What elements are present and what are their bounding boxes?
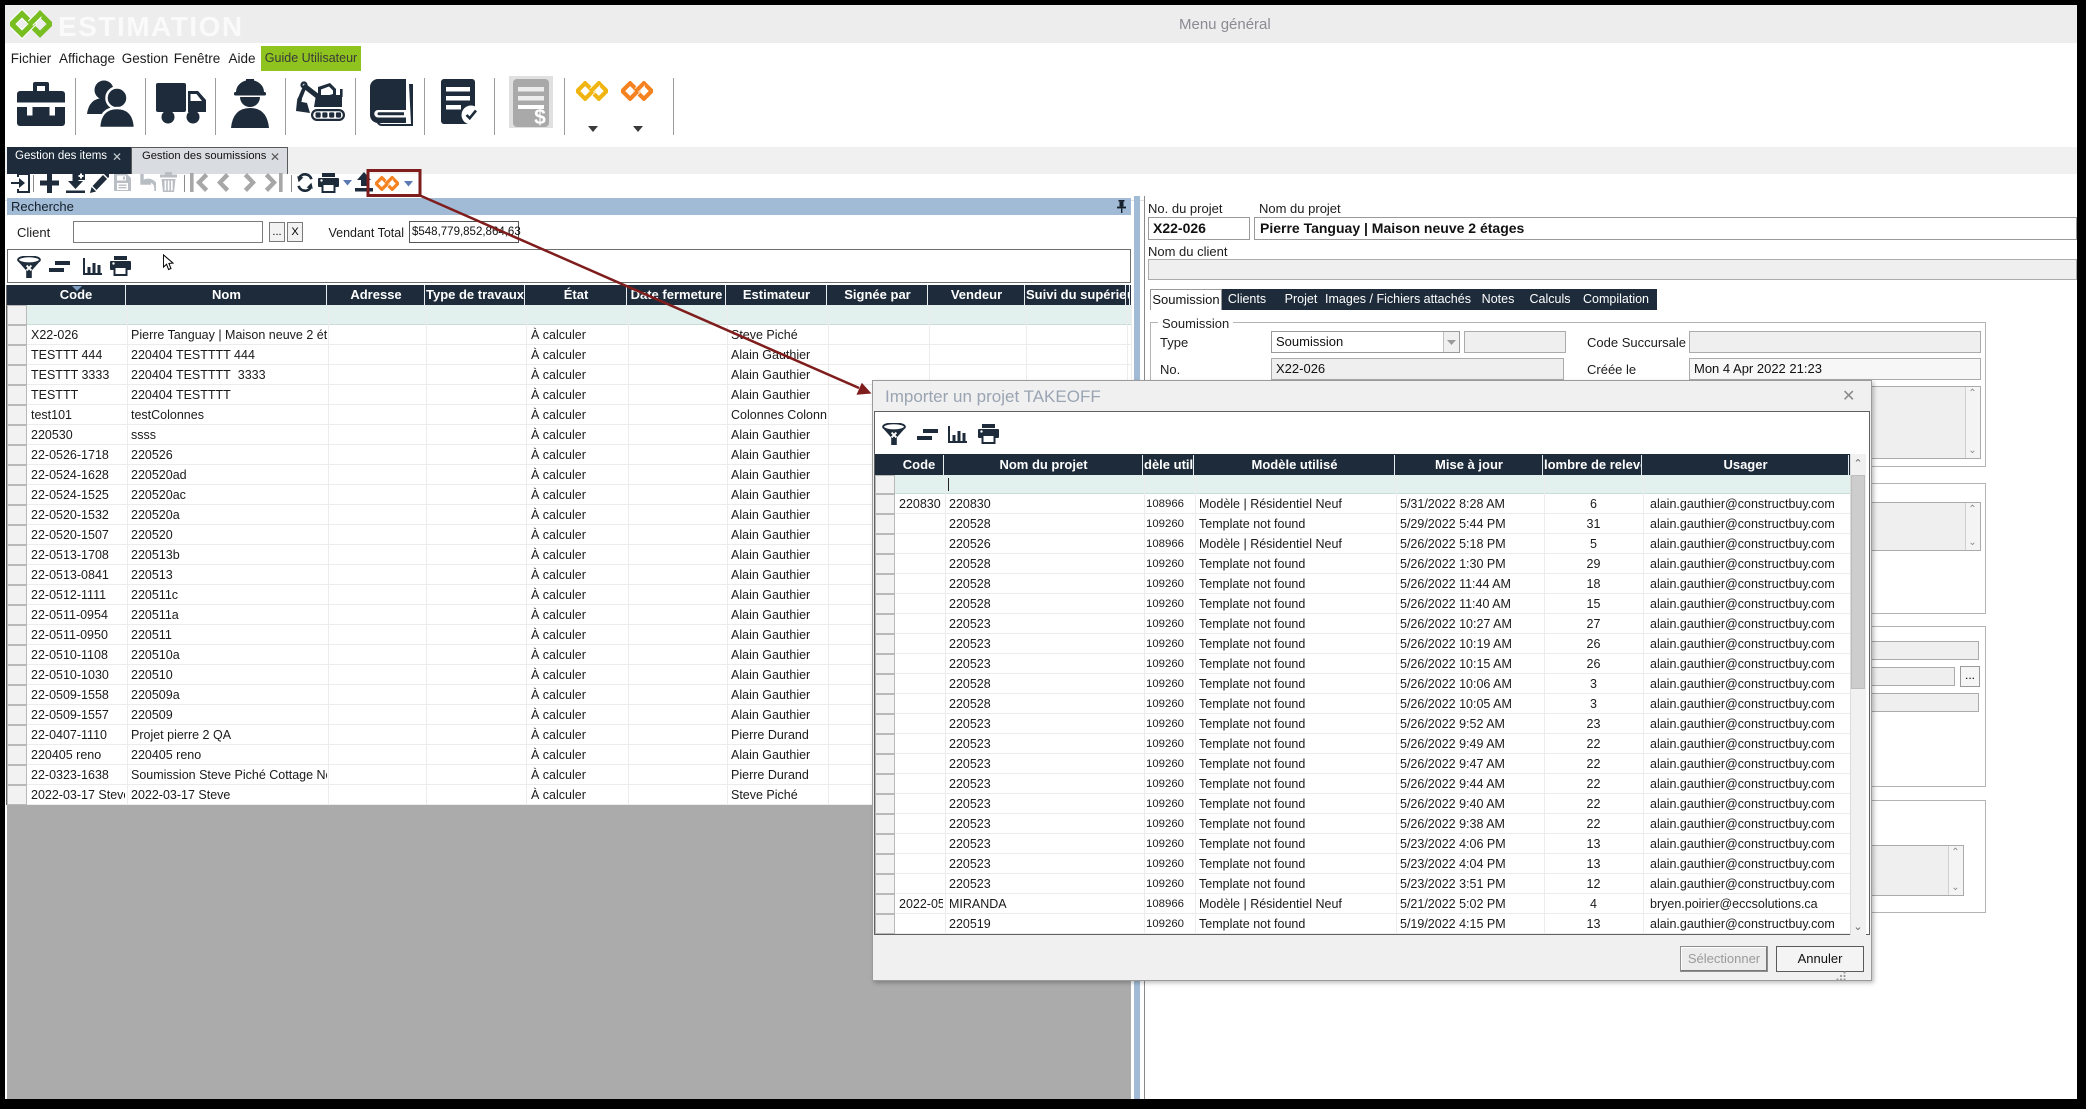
svg-text:$: $ [534, 106, 546, 127]
